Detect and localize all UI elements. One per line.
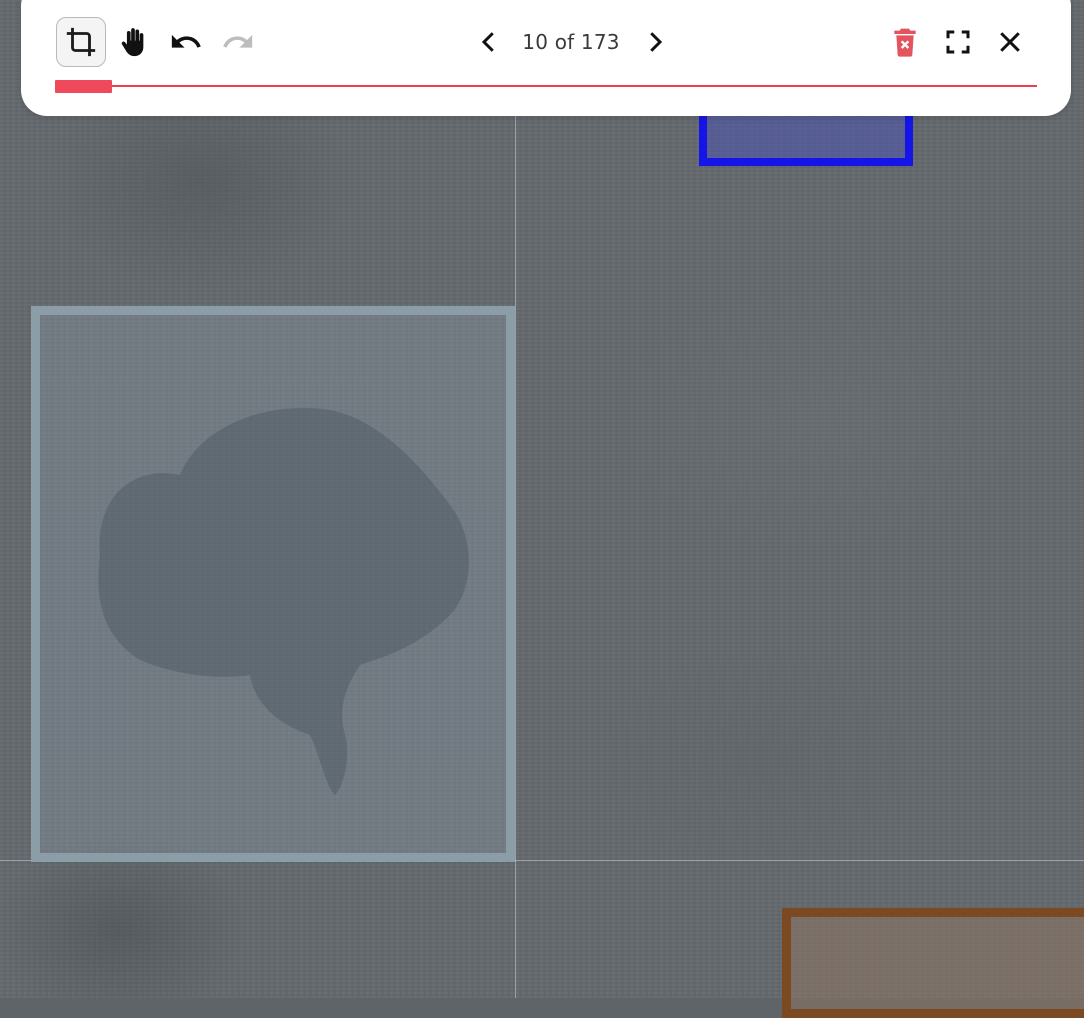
trash-icon <box>889 26 921 58</box>
previous-image-button[interactable] <box>464 17 514 67</box>
progress-fill <box>55 80 112 93</box>
close-icon <box>995 27 1025 57</box>
bounding-box-brown[interactable] <box>782 908 1084 1018</box>
crop-tool-button[interactable] <box>56 17 106 67</box>
undo-icon <box>169 25 203 59</box>
image-counter: 10 of 173 <box>522 30 620 54</box>
fullscreen-button[interactable] <box>933 17 983 67</box>
pan-tool-button[interactable] <box>109 17 159 67</box>
dark-blob-shape <box>98 407 469 795</box>
vertical-guide-line <box>515 0 516 998</box>
hand-icon <box>117 25 151 59</box>
fullscreen-icon <box>943 27 973 57</box>
progress-track <box>55 85 1037 87</box>
delete-button[interactable] <box>880 17 930 67</box>
crop-icon <box>64 25 98 59</box>
redo-icon <box>221 25 255 59</box>
bounding-box-selected[interactable] <box>31 306 515 862</box>
undo-button[interactable] <box>161 17 211 67</box>
chevron-right-icon <box>640 27 670 57</box>
redo-button[interactable] <box>213 17 263 67</box>
chevron-left-icon <box>474 27 504 57</box>
annotation-toolbar: 10 of 173 <box>21 0 1071 116</box>
close-button[interactable] <box>985 17 1035 67</box>
next-image-button[interactable] <box>630 17 680 67</box>
